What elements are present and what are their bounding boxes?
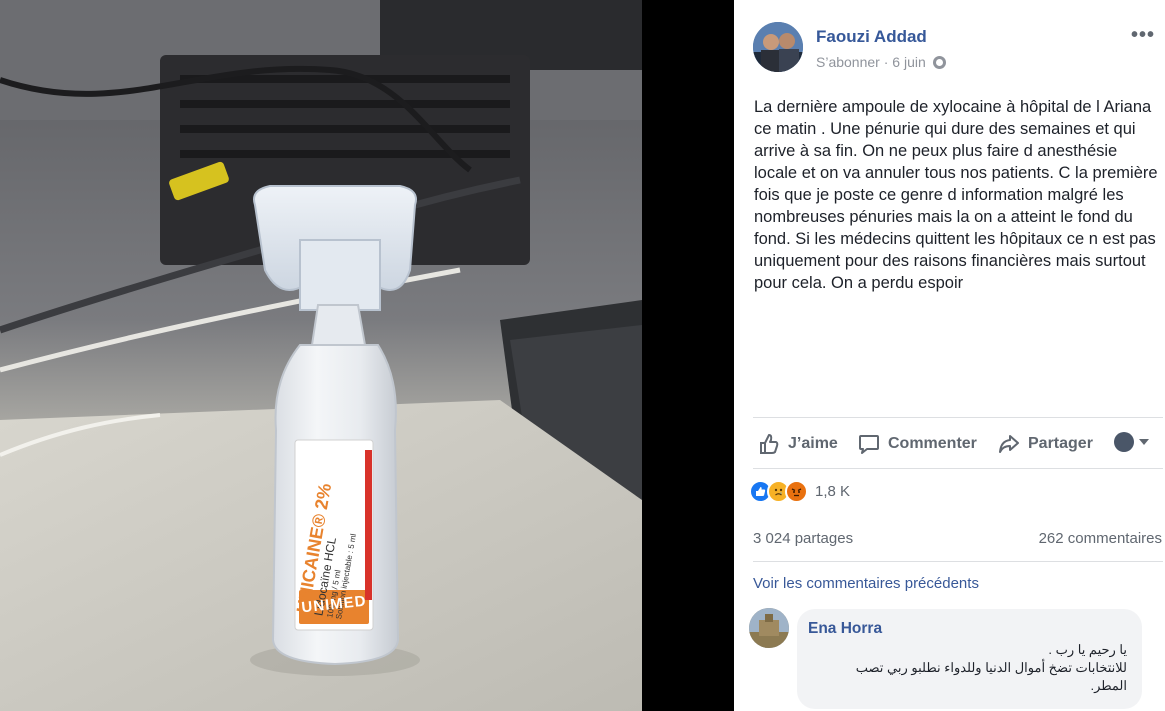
share-button[interactable]: Partager: [998, 430, 1093, 458]
comment-author[interactable]: Ena Horra: [808, 620, 882, 638]
like-label: J’aime: [788, 435, 838, 452]
share-icon: [999, 435, 1019, 453]
comment-text: يا رحيم يا رب . للانتخابات تضخ أموال الد…: [817, 641, 1127, 695]
thumbs-up-icon: [760, 434, 779, 454]
divider: [753, 561, 1163, 562]
post-actions: J’aime Commenter Partager: [758, 430, 1158, 460]
follow-link[interactable]: S’abonner: [816, 54, 880, 70]
divider: [753, 468, 1163, 469]
share-label: Partager: [1028, 435, 1093, 452]
comment-line: للانتخابات تضخ أموال الدنيا وللدواء نطلب…: [855, 660, 1127, 675]
comment-line: المطر.: [1090, 678, 1127, 693]
globe-icon: [932, 56, 946, 69]
comment-button[interactable]: Commenter: [858, 430, 977, 458]
divider: [753, 417, 1163, 418]
profile-mini-avatar: [1114, 432, 1134, 452]
reactions-summary[interactable]: 1,8 K: [749, 480, 850, 503]
post-author[interactable]: Faouzi Addad: [816, 27, 927, 47]
author-avatar[interactable]: [753, 22, 803, 72]
avatar-image: [753, 22, 803, 72]
like-button[interactable]: J’aime: [758, 430, 838, 458]
commenter-avatar[interactable]: [749, 608, 789, 648]
more-options-icon[interactable]: •••: [1131, 24, 1155, 47]
shares-count[interactable]: 3 024 partages: [753, 530, 853, 547]
comments-count[interactable]: 262 commentaires: [1039, 530, 1162, 547]
chevron-down-icon: [1139, 439, 1149, 445]
comment-line: يا رحيم يا رب .: [1048, 642, 1127, 657]
meta-separator: ·: [879, 54, 893, 70]
comment-label: Commenter: [888, 435, 977, 452]
view-previous-comments-link[interactable]: Voir les commentaires précédents: [753, 575, 979, 592]
post-panel: Faouzi Addad S’abonner · 6 juin ••• La d…: [734, 0, 1165, 711]
post-photo[interactable]: UNICAINE® 2% Lidocaïne HCL 100 mg / 5 ml…: [0, 0, 642, 711]
lightbox-backdrop: [642, 0, 734, 711]
comment-icon: [859, 435, 879, 454]
post-text: La dernière ampoule de xylocaine à hôpit…: [754, 98, 1158, 292]
post-meta: S’abonner · 6 juin: [816, 54, 946, 70]
comment-bubble: Ena Horra يا رحيم يا رب . للانتخابات تضخ…: [797, 609, 1142, 709]
reactions-count: 1,8 K: [815, 483, 851, 500]
angry-reaction-icon: [785, 480, 808, 503]
post-date[interactable]: 6 juin: [892, 54, 925, 70]
commenter-avatar-image: [749, 608, 789, 648]
post-as-selector[interactable]: [1114, 432, 1149, 452]
